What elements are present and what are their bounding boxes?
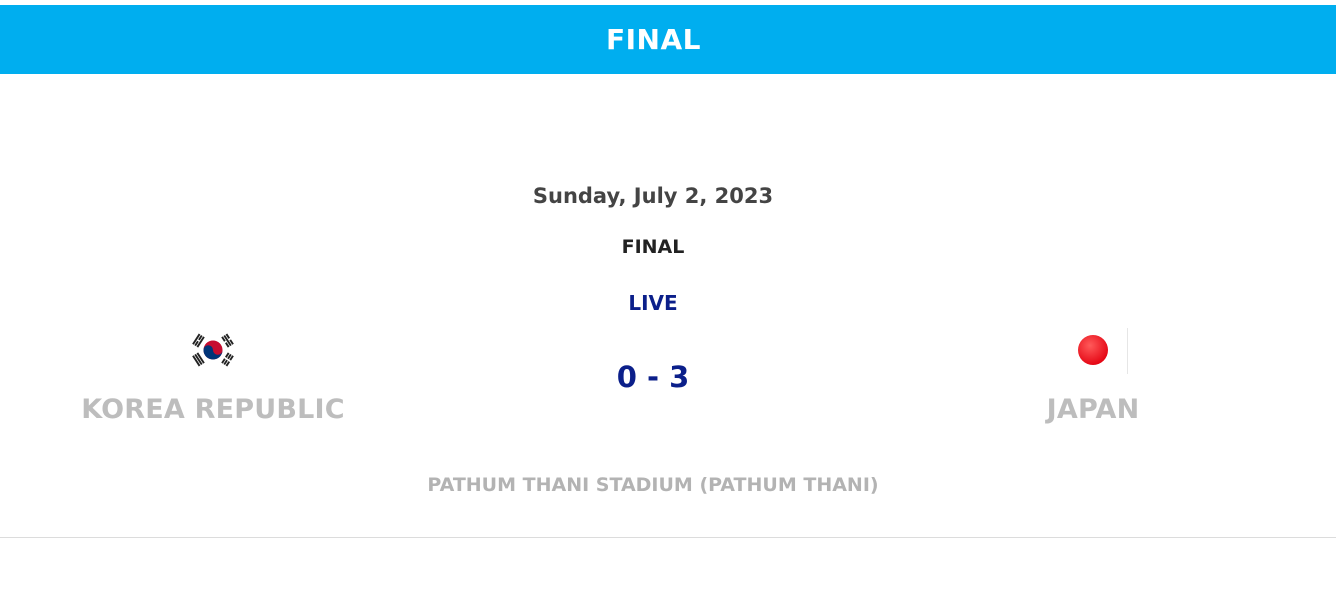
match-stage: FINAL xyxy=(621,236,685,258)
live-status-badge: LIVE xyxy=(628,291,678,315)
home-team-name: KOREA REPUBLIC xyxy=(81,394,345,425)
south-korea-flag-icon xyxy=(23,324,403,376)
match-card[interactable]: KOREA REPUBLIC Sunday, July 2, 2023 FINA… xyxy=(0,74,1336,537)
japan-flag-icon xyxy=(903,324,1283,376)
away-team-name: JAPAN xyxy=(1046,394,1140,425)
match-date: Sunday, July 2, 2023 xyxy=(532,184,774,208)
home-team[interactable]: KOREA REPUBLIC xyxy=(23,324,403,425)
match-score: 0 - 3 xyxy=(616,360,690,394)
away-team[interactable]: JAPAN xyxy=(903,324,1283,425)
page-title: FINAL xyxy=(606,23,701,56)
divider xyxy=(0,537,1336,538)
match-venue: PATHUM THANI STADIUM (PATHUM THANI) xyxy=(427,474,879,496)
header-bar: FINAL xyxy=(0,5,1336,74)
flag-divider xyxy=(1127,328,1128,374)
